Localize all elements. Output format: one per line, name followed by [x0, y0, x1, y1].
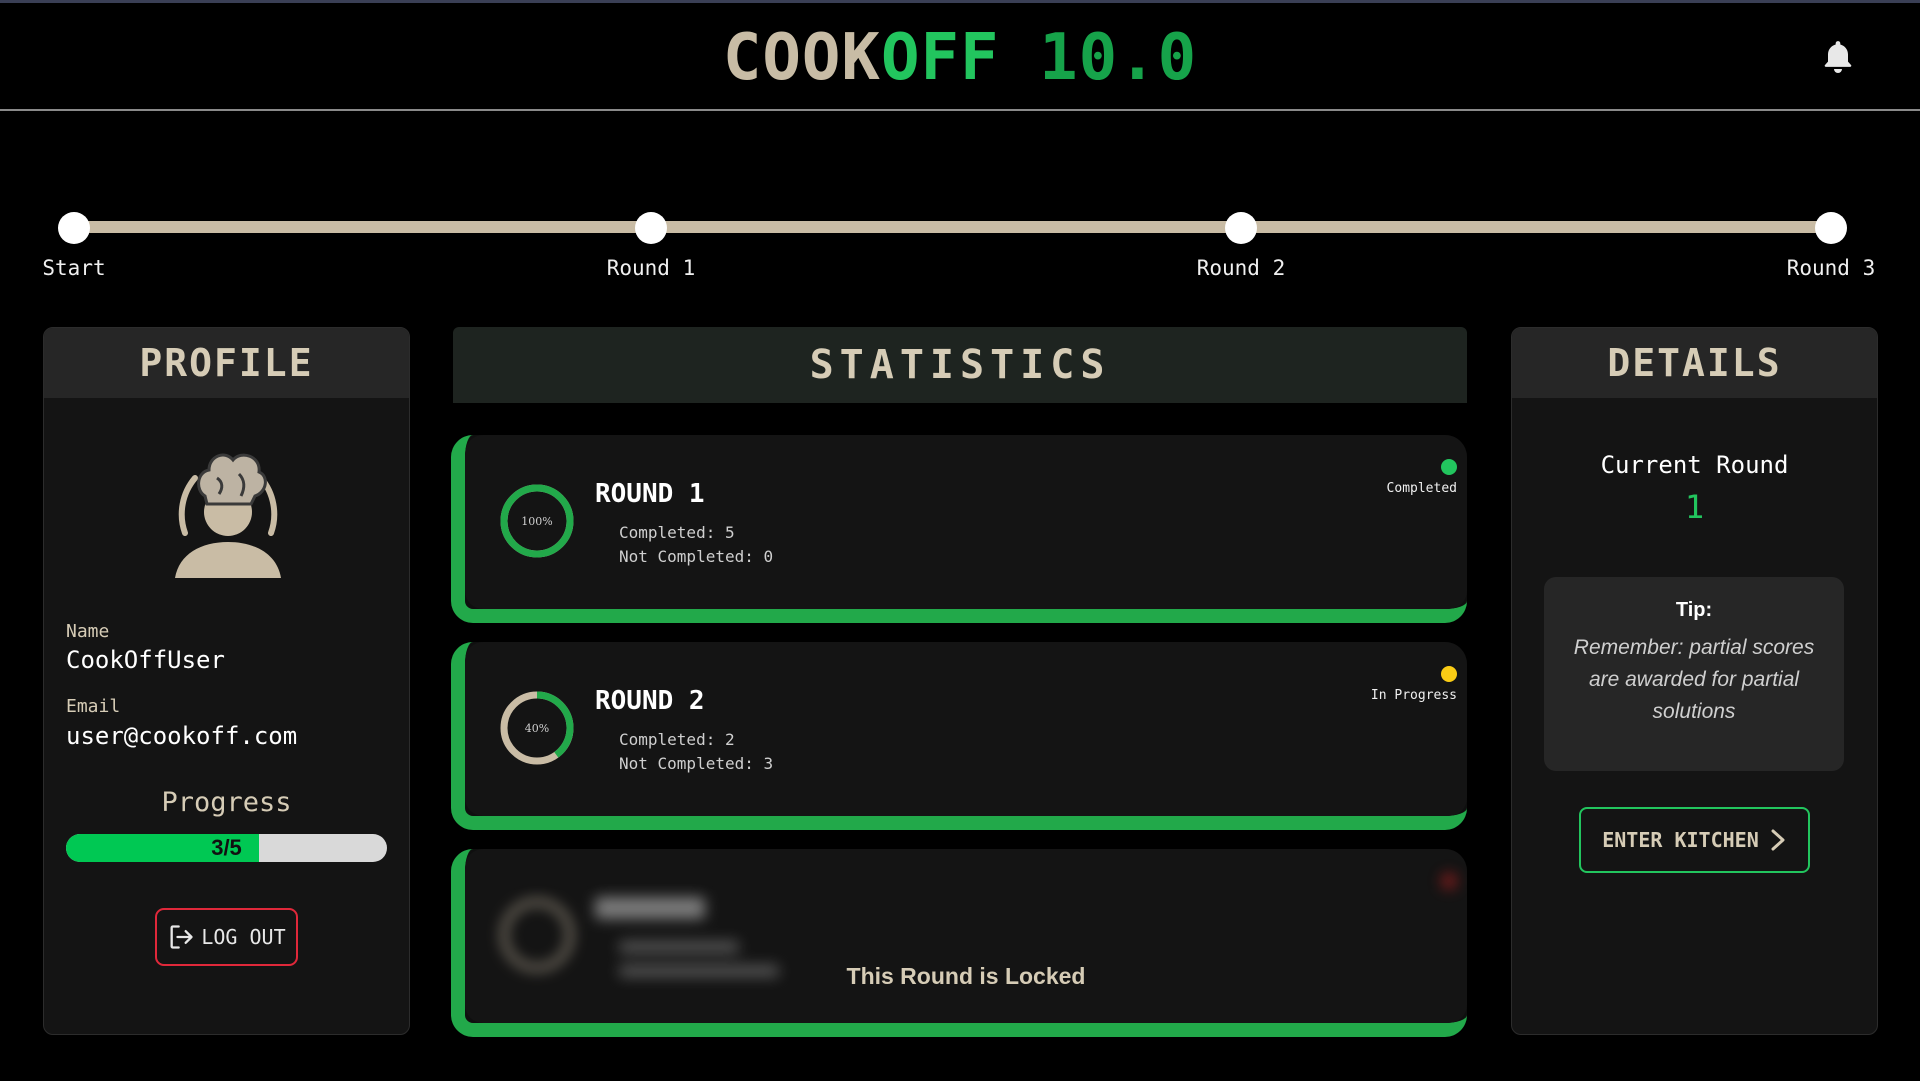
app-header: COOKOFF 10.0: [0, 3, 1920, 111]
logout-label: LOG OUT: [201, 925, 286, 949]
round-1-completed: Completed: 5: [619, 523, 735, 542]
profile-heading: PROFILE: [44, 328, 409, 398]
round-locked-message: This Round is Locked: [846, 963, 1086, 989]
chevron-right-icon: [1771, 829, 1785, 851]
logout-button[interactable]: LOG OUT: [155, 908, 298, 966]
timeline-node-round-1: [635, 212, 667, 244]
round-1-percent-label: 100%: [521, 515, 552, 528]
round-card-body: 40% ROUND 2 Completed: 2 Not Completed: …: [465, 642, 1467, 816]
round-1-title: ROUND 1: [595, 479, 705, 509]
email-value: user@cookoff.com: [66, 722, 298, 750]
title-part-cook: COOK: [722, 21, 881, 95]
progress-bar: 3/5: [66, 834, 387, 862]
chef-avatar-icon: [175, 453, 281, 578]
name-value: CookOffUser: [66, 646, 225, 674]
app-title: COOKOFF 10.0: [0, 21, 1920, 95]
logout-icon: [170, 925, 194, 949]
round-1-status-dot: [1441, 459, 1457, 475]
round-2-progress-ring: 40%: [500, 691, 574, 765]
round-2-title: ROUND 2: [595, 686, 705, 716]
round-timeline: Start Round 1 Round 2 Round 3: [0, 200, 1920, 290]
enter-kitchen-label: ENTER KITCHEN: [1602, 828, 1759, 852]
progress-text: 3/5: [211, 835, 242, 860]
current-round-value: 1: [1684, 488, 1705, 526]
round-3-status-dot: [1441, 873, 1457, 889]
tip-text: Remember: partial scores are awarded for…: [1573, 636, 1815, 723]
round-card-2[interactable]: 40% ROUND 2 Completed: 2 Not Completed: …: [451, 642, 1467, 830]
round-card-1[interactable]: 100% ROUND 1 Completed: 5 Not Completed:…: [451, 435, 1467, 623]
details-heading: DETAILS: [1512, 328, 1877, 398]
round-card-body: 100% ROUND 1 Completed: 5 Not Completed:…: [465, 435, 1467, 609]
round-1-not-completed: Not Completed: 0: [619, 547, 774, 566]
name-label: Name: [66, 621, 110, 642]
tip-box: Tip: Remember: partial scores are awarde…: [1544, 577, 1844, 771]
timeline-node-start: [58, 212, 90, 244]
timeline-track: [74, 221, 1832, 233]
progress-title: Progress: [161, 787, 292, 818]
tip-title: Tip:: [1675, 599, 1713, 621]
current-round-label: Current Round: [1600, 451, 1789, 479]
round-2-not-completed: Not Completed: 3: [619, 754, 774, 773]
profile-panel: PROFILE Name CookOffUser Email user@cook…: [43, 327, 410, 1035]
statistics-heading: STATISTICS: [453, 327, 1467, 403]
title-part-off: OFF: [880, 21, 1000, 95]
timeline-label-start: Start: [42, 256, 106, 280]
blurred-line: [619, 941, 739, 953]
round-2-percent-label: 40%: [525, 722, 549, 735]
locked-round-preview: [465, 849, 1467, 1023]
round-1-status-text: Completed: [1386, 481, 1457, 496]
timeline-node-round-3: [1815, 212, 1847, 244]
enter-kitchen-button[interactable]: ENTER KITCHEN: [1579, 807, 1810, 873]
timeline-node-round-2: [1225, 212, 1257, 244]
timeline-label-round-3: Round 3: [1786, 256, 1876, 280]
email-label: Email: [66, 696, 121, 717]
round-2-status-text: In Progress: [1370, 688, 1457, 703]
round-card-body: This Round is Locked: [465, 849, 1467, 1023]
round-3-progress-ring: [500, 898, 574, 972]
round-card-3-locked: This Round is Locked: [451, 849, 1467, 1037]
round-1-progress-ring: 100%: [500, 484, 574, 558]
bell-icon[interactable]: [1818, 37, 1858, 77]
timeline-label-round-2: Round 2: [1196, 256, 1286, 280]
round-2-status-dot: [1441, 666, 1457, 682]
round-2-completed: Completed: 2: [619, 730, 735, 749]
details-panel: DETAILS Current Round 1 Tip: Remember: p…: [1511, 327, 1878, 1035]
blurred-title: [595, 897, 705, 919]
title-part-version: 10.0: [999, 21, 1198, 95]
timeline-label-round-1: Round 1: [606, 256, 696, 280]
